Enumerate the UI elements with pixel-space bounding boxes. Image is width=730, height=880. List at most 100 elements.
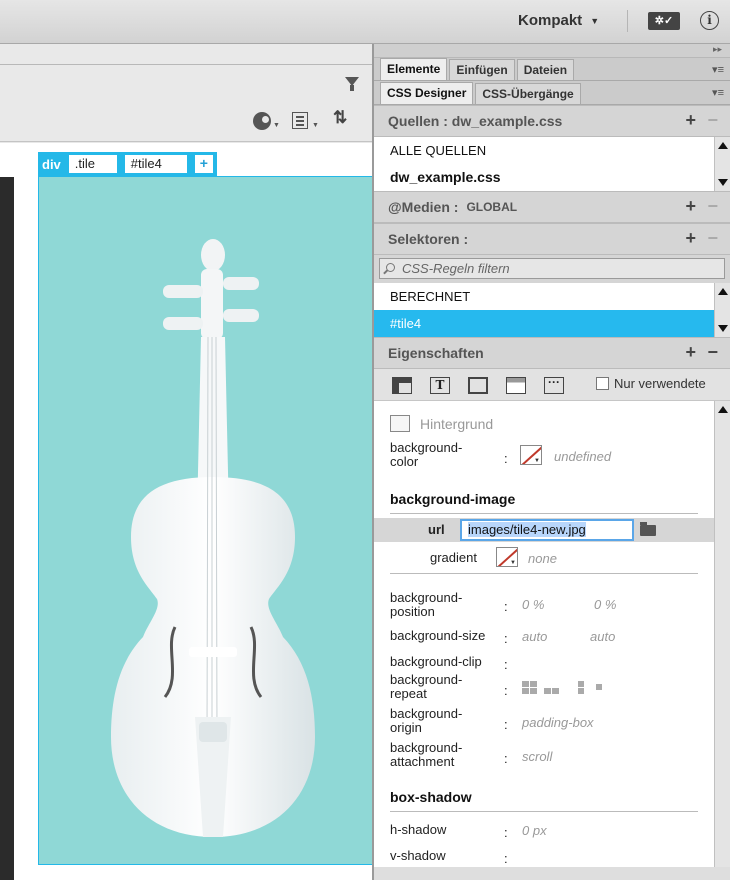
add-class-button[interactable]: +: [194, 155, 213, 173]
properties-title: Eigenschaften: [388, 345, 484, 361]
prop-background-color-label: background-color: [390, 440, 463, 469]
tile4-image[interactable]: [38, 176, 372, 865]
repeat-icon[interactable]: [522, 688, 529, 694]
colon: :: [504, 717, 508, 732]
colon: :: [504, 657, 508, 672]
hshadow-value[interactable]: 0 px: [522, 823, 547, 838]
background-category-checkbox[interactable]: [390, 415, 410, 432]
repeat-y-icon[interactable]: [578, 681, 584, 687]
repeat-y-icon[interactable]: [578, 688, 584, 694]
gradient-value[interactable]: none: [528, 551, 557, 566]
selector-item-computed[interactable]: BERECHNET: [374, 283, 730, 310]
workspace-switcher[interactable]: Kompakt ▼: [518, 12, 599, 29]
repeat-x-icon[interactable]: [552, 688, 559, 694]
remove-property-button[interactable]: −: [707, 342, 718, 363]
bgattach-value[interactable]: scroll: [522, 749, 552, 764]
element-tag: div: [42, 156, 61, 172]
only-used-toggle[interactable]: Nur verwendete: [596, 376, 706, 391]
source-item-all[interactable]: ALLE QUELLEN: [374, 137, 730, 164]
properties-header[interactable]: Eigenschaften + −: [374, 337, 730, 369]
source-item-dw-example[interactable]: dw_example.css: [374, 164, 730, 191]
selectors-scrollbar[interactable]: [714, 283, 730, 337]
sources-list: ALLE QUELLEN dw_example.css: [374, 137, 730, 191]
tab-dateien[interactable]: Dateien: [516, 59, 575, 80]
selectors-header[interactable]: Selektoren : + −: [374, 223, 730, 255]
more-icon[interactable]: ···: [544, 376, 564, 394]
scroll-up-icon[interactable]: [718, 142, 728, 149]
search-icon: [386, 263, 395, 272]
color-swatch[interactable]: ▼: [520, 445, 542, 465]
repeat-x-icon[interactable]: [544, 688, 551, 694]
panel-menu-icon[interactable]: ▾≡: [712, 86, 724, 99]
sources-scrollbar[interactable]: [714, 137, 730, 191]
sync-settings-icon[interactable]: ✲✓: [648, 12, 680, 30]
border-icon[interactable]: [468, 377, 488, 394]
bgpos-x-value[interactable]: 0 %: [522, 597, 544, 612]
class-tag-tile[interactable]: .tile: [68, 155, 117, 173]
url-value: images/tile4-new.jpg: [468, 522, 586, 537]
scroll-down-icon[interactable]: [718, 179, 728, 186]
selectors-list: BERECHNET #tile4: [374, 283, 730, 337]
colon: :: [504, 825, 508, 840]
properties-scrollbar[interactable]: [714, 401, 730, 867]
add-selector-button[interactable]: +: [685, 228, 696, 249]
prop-background-attachment-label: background-attachment: [390, 740, 463, 769]
url-input[interactable]: images/tile4-new.jpg: [460, 519, 634, 541]
media-header[interactable]: @Medien : GLOBAL + −: [374, 191, 730, 223]
globe-icon[interactable]: [253, 112, 271, 130]
text-icon[interactable]: T: [430, 377, 450, 394]
bgpos-y-value[interactable]: 0 %: [594, 597, 616, 612]
sources-header[interactable]: Quellen : dw_example.css + −: [374, 105, 730, 137]
remove-media-button[interactable]: −: [707, 196, 718, 217]
background-icon[interactable]: [506, 377, 526, 394]
element-hud[interactable]: div .tile #tile4 +: [38, 152, 217, 176]
tab-einfuegen[interactable]: Einfügen: [449, 59, 515, 80]
filter-icon[interactable]: [345, 77, 359, 91]
gradient-swatch[interactable]: ▼: [496, 547, 518, 567]
page-edge: [0, 177, 14, 880]
layout-icon[interactable]: [392, 377, 412, 394]
info-icon[interactable]: i: [700, 11, 719, 30]
selector-item-tile4[interactable]: #tile4: [374, 310, 714, 337]
selector-filter-input[interactable]: CSS-Regeln filtern: [379, 258, 725, 279]
remove-source-button[interactable]: −: [707, 110, 718, 131]
background-image-heading: background-image: [390, 491, 516, 507]
list-icon[interactable]: [292, 112, 308, 129]
scroll-up-icon[interactable]: [718, 288, 728, 295]
prop-h-shadow-label: h-shadow: [390, 822, 447, 837]
tab-css-uebergaenge[interactable]: CSS-Übergänge: [475, 83, 581, 104]
panel-menu-icon[interactable]: ▾≡: [712, 63, 724, 76]
remove-selector-button[interactable]: −: [707, 228, 718, 249]
repeat-icon[interactable]: [530, 681, 537, 687]
add-media-button[interactable]: +: [685, 196, 696, 217]
collapse-icon[interactable]: ▸▸: [713, 44, 722, 55]
prop-background-position-label: background-position: [390, 590, 463, 619]
id-tag-tile4[interactable]: #tile4: [124, 155, 187, 173]
scroll-down-icon[interactable]: [718, 325, 728, 332]
repeat-icon[interactable]: [530, 688, 537, 694]
add-property-button[interactable]: +: [685, 342, 696, 363]
prop-background-repeat-label: background-repeat: [390, 672, 463, 701]
background-color-value[interactable]: undefined: [554, 449, 611, 464]
tab-elemente[interactable]: Elemente: [380, 58, 448, 80]
only-used-label: Nur verwendete: [614, 376, 706, 391]
tab-css-designer[interactable]: CSS Designer: [380, 82, 474, 104]
bgsize-x-value[interactable]: auto: [522, 629, 547, 644]
sort-icon[interactable]: ⇅: [333, 108, 347, 128]
repeat-icon[interactable]: [522, 681, 529, 687]
chevron-down-icon: ▼: [590, 16, 600, 27]
colon: :: [504, 599, 508, 614]
no-repeat-icon[interactable]: [596, 684, 602, 690]
panel-collapse-bar[interactable]: ▸▸: [374, 44, 730, 58]
prop-background-size-label: background-size: [390, 628, 486, 643]
add-source-button[interactable]: +: [685, 110, 696, 131]
bgsize-y-value[interactable]: auto: [590, 629, 615, 644]
only-used-checkbox[interactable]: [596, 377, 609, 390]
properties-list: Hintergrund background-color : ▼ undefin…: [374, 401, 730, 867]
panel-tabs: Elemente Einfügen Dateien ▾≡: [374, 58, 730, 81]
selector-filter-wrap: CSS-Regeln filtern: [374, 255, 730, 283]
divider: [390, 811, 698, 812]
scroll-up-icon[interactable]: [718, 406, 728, 413]
bgorigin-value[interactable]: padding-box: [522, 715, 594, 730]
folder-icon[interactable]: [640, 522, 656, 536]
